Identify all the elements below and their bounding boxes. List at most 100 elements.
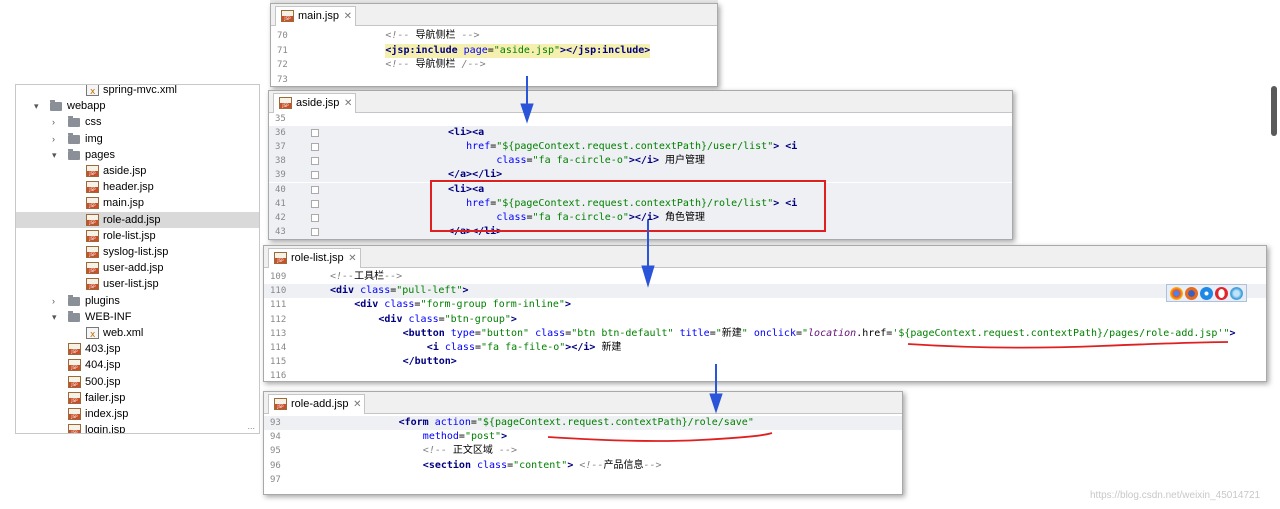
code-line[interactable]: 35 — [269, 112, 1012, 126]
tree-item-img[interactable]: › img — [16, 131, 259, 147]
code-line[interactable]: 37 href="${pageContext.request.contextPat… — [269, 140, 1012, 155]
code-text: <i class="fa fa-file-o"></i> 新建 — [427, 341, 622, 355]
fold-toggle-icon[interactable] — [311, 213, 319, 222]
line-number: 41 — [275, 198, 286, 209]
tab-role-list-jsp[interactable]: role-list.jsp ✕ — [268, 248, 361, 268]
close-icon[interactable]: ✕ — [348, 249, 356, 268]
close-icon[interactable]: ✕ — [353, 395, 361, 414]
line-number: 39 — [275, 170, 286, 181]
code-line[interactable]: 109 <!--工具栏--> — [264, 270, 1266, 284]
code-token: </button> — [402, 356, 457, 368]
tree-item-403-jsp[interactable]: 403.jsp — [16, 341, 259, 357]
chevron-down-icon[interactable]: ▾ — [52, 312, 60, 321]
line-number: 40 — [275, 184, 286, 195]
line-number: 43 — [275, 226, 286, 237]
opera-icon[interactable] — [1215, 287, 1228, 300]
code-line[interactable]: 112 <div class="btn-group"> — [264, 313, 1266, 327]
tree-item-user-list-jsp[interactable]: user-list.jsp — [16, 276, 259, 292]
code-area[interactable]: 93 <form action="${pageContext.request.co… — [264, 414, 902, 494]
code-token: --> — [384, 271, 403, 282]
tree-item-user-add-jsp[interactable]: user-add.jsp — [16, 260, 259, 276]
chevron-right-icon[interactable]: › — [52, 118, 60, 127]
fold-toggle-icon[interactable] — [311, 157, 319, 166]
chrome-icon[interactable] — [1170, 287, 1183, 300]
tree-item-label: main.jsp — [103, 197, 144, 210]
tree-item-role-add-jsp[interactable]: role-add.jsp — [16, 211, 259, 228]
tab-main-jsp[interactable]: main.jsp ✕ — [275, 6, 356, 26]
code-token: "button" — [480, 327, 530, 339]
code-token: "${pageContext.request.contextPath}/role… — [476, 417, 754, 428]
tree-item-main-jsp[interactable]: main.jsp — [16, 195, 259, 211]
code-line[interactable]: 95 <!-- 正文区域 --> — [264, 444, 902, 458]
code-line[interactable]: 73 — [271, 73, 717, 87]
tree-item-500-jsp[interactable]: 500.jsp — [16, 374, 259, 390]
tab-role-add-jsp[interactable]: role-add.jsp ✕ — [268, 394, 366, 414]
code-line[interactable]: 70 <!-- 导航侧栏 --> — [271, 29, 717, 43]
jsp-file-icon — [86, 213, 99, 226]
tree-item-label: WEB-INF — [85, 310, 132, 323]
tree-item-css[interactable]: › css — [16, 114, 259, 130]
code-line[interactable]: 111 <div class="form-group form-inline"> — [264, 298, 1266, 312]
tree-item-404-jsp[interactable]: 404.jsp — [16, 357, 259, 373]
tree-item-web-inf[interactable]: ▾ WEB-INF — [16, 309, 259, 325]
tree-item-syslog-list-jsp[interactable]: syslog-list.jsp — [16, 244, 259, 260]
tree-item-web-xml[interactable]: web.xml — [16, 325, 259, 343]
safari-icon[interactable] — [1200, 287, 1213, 300]
watermark: https://blog.csdn.net/weixin_45014721 — [1090, 490, 1261, 501]
code-token: ></jsp:include> — [560, 44, 651, 56]
scrollbar-thumb[interactable] — [1271, 86, 1277, 136]
tree-item-pages[interactable]: ▾ pages — [16, 147, 259, 163]
fold-toggle-icon[interactable] — [311, 129, 319, 138]
fold-toggle-icon[interactable] — [311, 171, 319, 180]
code-line[interactable]: 93 <form action="${pageContext.request.co… — [264, 416, 902, 430]
code-line[interactable]: 72 <!-- 导航侧栏 /--> — [271, 58, 717, 72]
ie-icon[interactable] — [1230, 287, 1243, 300]
fold-toggle-icon[interactable] — [311, 199, 319, 208]
firefox-icon[interactable] — [1185, 287, 1198, 300]
code-line[interactable]: 36 <li><a — [269, 126, 1012, 141]
code-token: .href= — [856, 327, 893, 339]
fold-toggle-icon[interactable] — [311, 185, 319, 194]
code-area[interactable]: 70 <!-- 导航侧栏 --> 71 <jsp:include page="asid… — [271, 26, 717, 86]
tree-item-login-jsp[interactable]: login.jsp — [16, 422, 259, 433]
tree-item-header-jsp[interactable]: header.jsp — [16, 179, 259, 195]
code-text: </button> — [403, 355, 457, 369]
code-token: > — [501, 431, 508, 443]
tab-aside-jsp[interactable]: aside.jsp ✕ — [273, 93, 357, 113]
line-number: 93 — [270, 418, 281, 428]
tree-item-spring-mvc-xml[interactable]: spring-mvc.xml — [16, 85, 259, 100]
tree-item-label: pages — [85, 148, 115, 161]
code-line[interactable]: 113 <button type="button" class="btn btn-… — [264, 327, 1266, 341]
chevron-right-icon[interactable]: › — [52, 134, 60, 143]
code-token: 工具栏 — [354, 271, 385, 282]
code-line[interactable]: 115 </button> — [264, 355, 1266, 369]
tree-item-webapp[interactable]: ▾ webapp — [16, 98, 259, 114]
chevron-right-icon[interactable]: › — [52, 296, 60, 305]
close-icon[interactable]: ✕ — [344, 7, 352, 26]
tree-item-aside-jsp[interactable]: aside.jsp — [16, 163, 259, 179]
jsp-file-icon — [68, 391, 81, 404]
code-token: <i — [426, 342, 439, 353]
chevron-down-icon[interactable]: ▾ — [34, 102, 42, 111]
code-line[interactable]: 71 <jsp:include page="aside.jsp"></jsp:in… — [271, 43, 717, 58]
close-icon[interactable]: ✕ — [344, 94, 352, 113]
chevron-down-icon[interactable]: ▾ — [52, 150, 60, 159]
project-tree: spring-mvc.xml ▾ webapp › css › img ▾ pages aside… — [15, 84, 260, 434]
code-line[interactable]: 110 <div class="pull-left"> — [264, 284, 1266, 299]
code-line[interactable]: 97 — [264, 473, 902, 487]
fold-toggle-icon[interactable] — [311, 227, 319, 236]
tree-item-plugins[interactable]: › plugins — [16, 293, 259, 309]
code-line[interactable]: 94 method="post"> — [264, 430, 902, 444]
code-line[interactable]: 114 <i class="fa fa-file-o"></i> 新建 — [264, 341, 1266, 355]
tree-item-role-list-jsp[interactable]: role-list.jsp — [16, 228, 259, 244]
code-line[interactable]: 96 <section class="content"> <!--产品信息--> — [264, 459, 902, 473]
code-area[interactable]: 109 <!--工具栏--> 110 <div class="pull-left"> 1… — [264, 268, 1266, 381]
code-token: "aside.jsp" — [493, 44, 561, 56]
code-line[interactable]: 38 class="fa fa-circle-o"></i> 用户管理 — [269, 154, 1012, 169]
tree-item-failer-jsp[interactable]: failer.jsp — [16, 390, 259, 406]
resize-handle[interactable]: ... — [247, 421, 255, 431]
code-line[interactable]: 116 — [264, 369, 1266, 381]
tab-bar: main.jsp ✕ — [271, 4, 717, 26]
tree-item-index-jsp[interactable]: index.jsp — [16, 406, 259, 422]
fold-toggle-icon[interactable] — [311, 143, 319, 152]
